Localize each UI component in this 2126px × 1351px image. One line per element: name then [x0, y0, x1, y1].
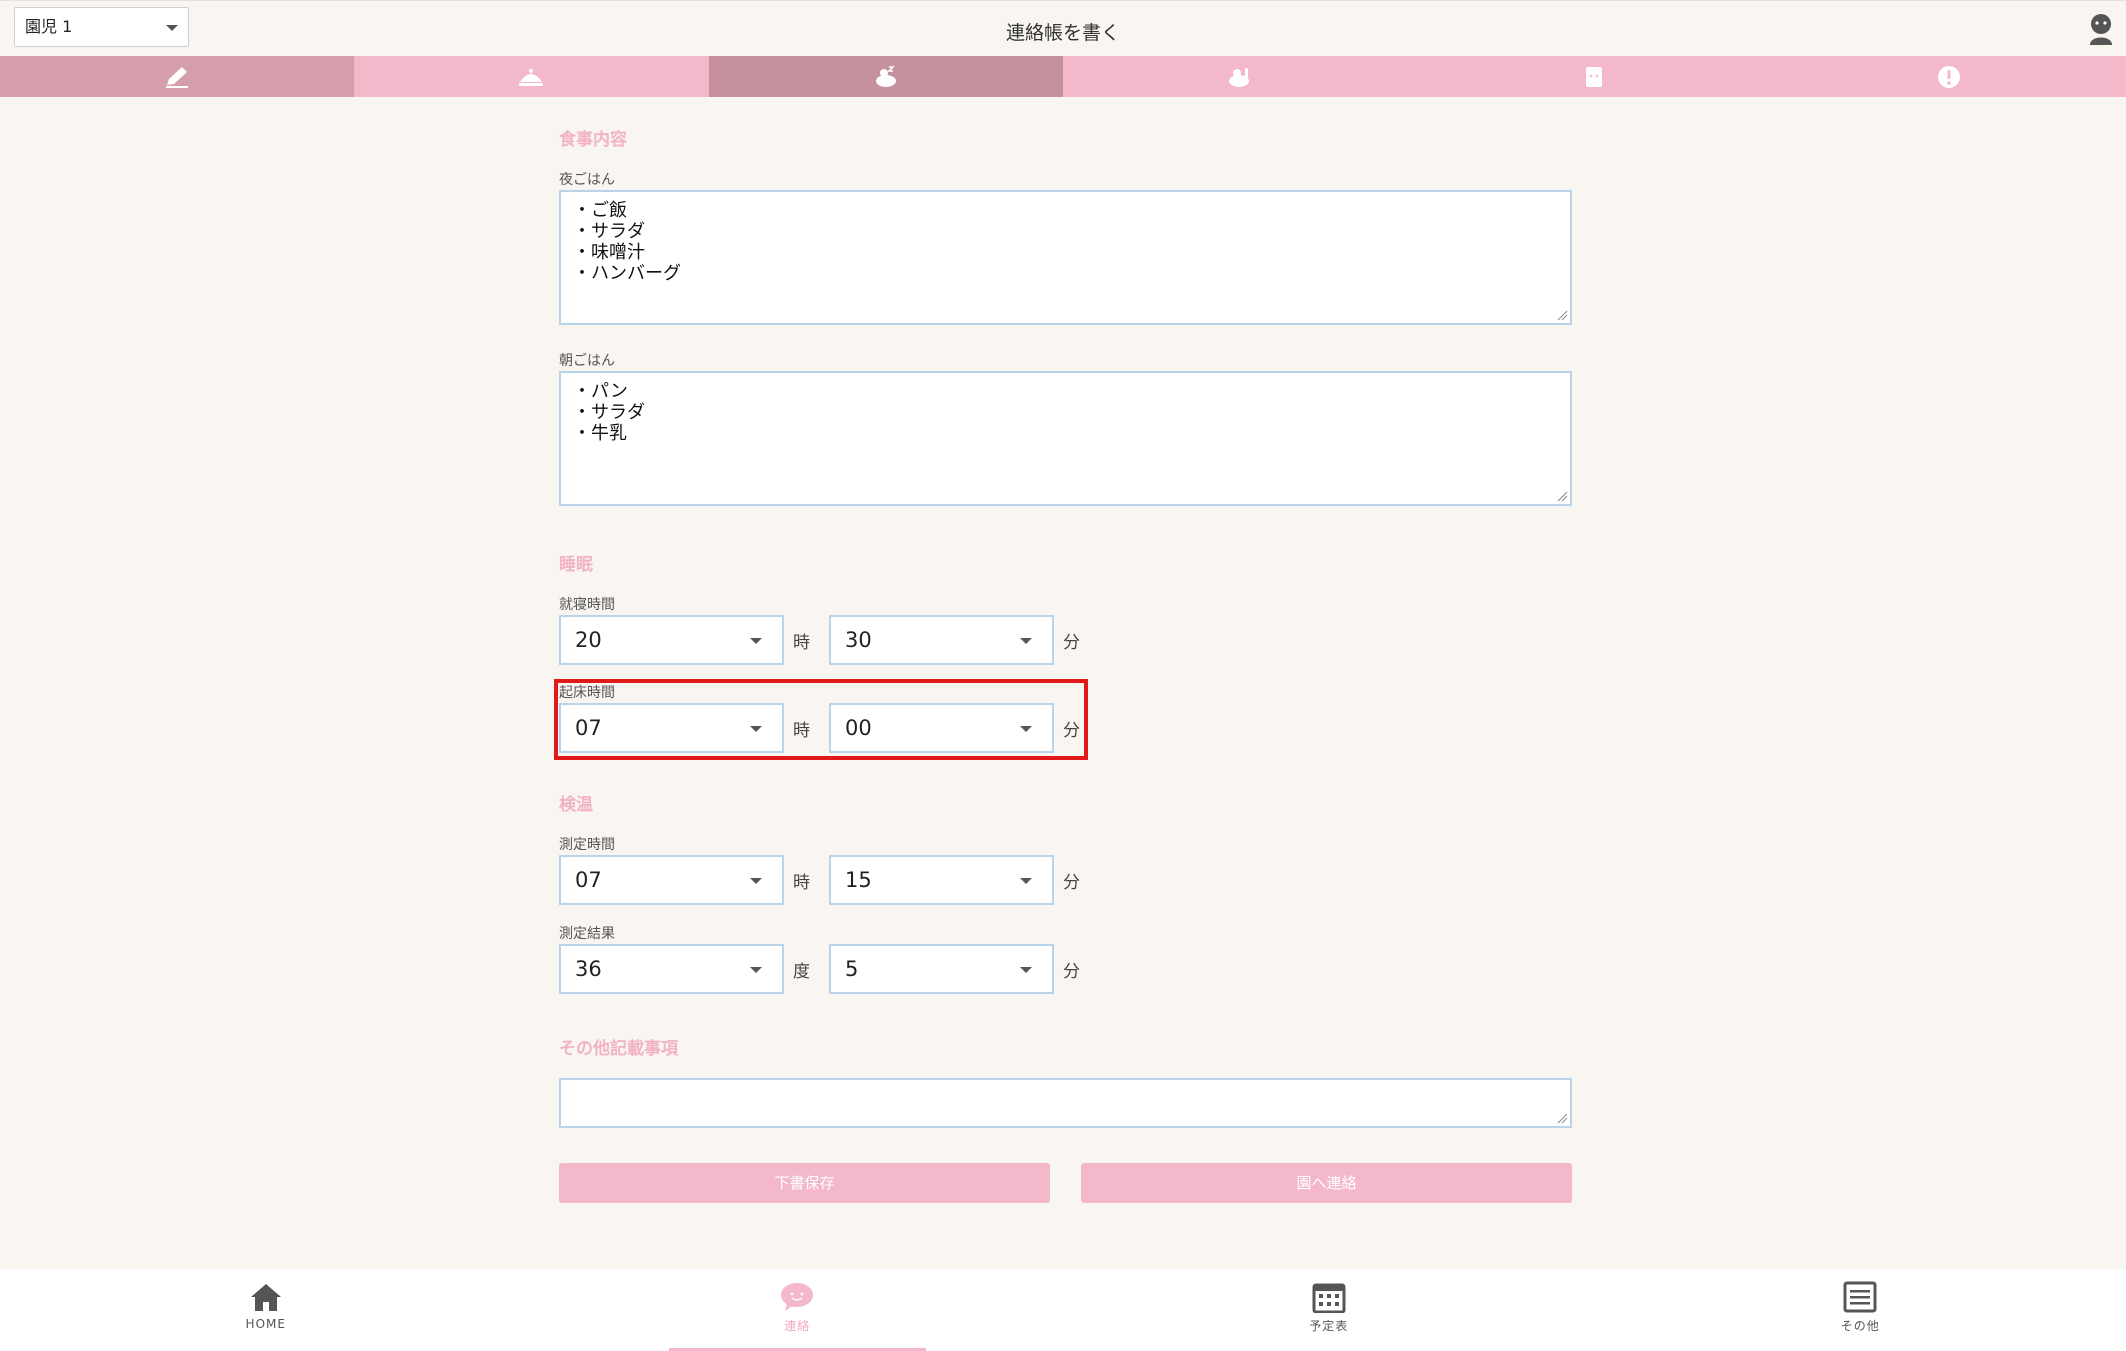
measure-time-label: 測定時間 — [559, 837, 615, 853]
dinner-line: ・味噌汁 — [573, 242, 645, 263]
app-header: 園児 1 連絡帳を書く — [0, 0, 2126, 56]
degree-unit: 度 — [793, 962, 810, 982]
user-avatar-icon[interactable] — [2088, 13, 2114, 45]
resize-grip-icon[interactable] — [1556, 309, 1568, 321]
chevron-down-icon — [750, 878, 762, 884]
tab-temperature[interactable] — [1062, 56, 1418, 97]
result-degree-select[interactable]: 36 — [559, 944, 784, 994]
wake-hour-value: 07 — [575, 716, 602, 740]
calendar-icon — [1312, 1283, 1346, 1313]
measure-minute-value: 15 — [845, 868, 872, 892]
nav-other[interactable]: その他 — [1595, 1269, 2126, 1351]
hour-unit: 時 — [793, 721, 810, 741]
tab-alert[interactable] — [1771, 56, 2126, 97]
sleep-section-title: 睡眠 — [559, 555, 593, 575]
breakfast-textarea[interactable]: ・パン ・サラダ ・牛乳 — [559, 371, 1572, 506]
minute-unit: 分 — [1063, 721, 1080, 741]
bedtime-hour-select[interactable]: 20 — [559, 615, 784, 665]
meal-icon — [519, 68, 544, 86]
chat-icon — [781, 1283, 814, 1311]
decimal-unit: 分 — [1063, 962, 1080, 982]
breakfast-line: ・牛乳 — [573, 423, 627, 444]
hour-unit: 時 — [793, 633, 810, 653]
chevron-down-icon — [1020, 967, 1032, 973]
bedtime-row: 20 時 30 分 — [559, 615, 1099, 667]
resize-grip-icon[interactable] — [1556, 490, 1568, 502]
chevron-down-icon — [750, 967, 762, 973]
result-degree-value: 36 — [575, 957, 602, 981]
menu-icon — [1843, 1281, 1877, 1313]
notes-textarea[interactable] — [559, 1078, 1572, 1128]
bedtime-hour-value: 20 — [575, 628, 602, 652]
nav-home[interactable]: HOME — [0, 1269, 532, 1351]
dinner-line: ・ご飯 — [573, 200, 627, 221]
resize-grip-icon[interactable] — [1556, 1112, 1568, 1124]
toilet-icon — [1586, 66, 1603, 87]
result-decimal-select[interactable]: 5 — [829, 944, 1054, 994]
tab-sleep[interactable] — [708, 56, 1063, 97]
chevron-down-icon — [750, 638, 762, 644]
sleep-icon — [875, 65, 896, 87]
bottom-nav: HOME 連絡 予定表 その他 — [0, 1269, 2126, 1351]
wake-row: 07 時 00 分 — [559, 703, 1099, 755]
nav-home-label: HOME — [245, 1317, 286, 1331]
bedtime-label: 就寝時間 — [559, 597, 615, 613]
wake-label: 起床時間 — [559, 685, 615, 701]
dinner-textarea[interactable]: ・ご飯 ・サラダ ・味噌汁 ・ハンバーグ — [559, 190, 1572, 325]
measure-time-row: 07 時 15 分 — [559, 855, 1099, 907]
chevron-down-icon — [750, 726, 762, 732]
dinner-line: ・ハンバーグ — [573, 263, 681, 284]
send-to-school-button[interactable]: 園へ連絡 — [1081, 1163, 1572, 1203]
tab-note[interactable] — [0, 56, 355, 97]
dinner-label: 夜ごはん — [559, 172, 615, 188]
bedtime-minute-select[interactable]: 30 — [829, 615, 1054, 665]
nav-calendar[interactable]: 予定表 — [1063, 1269, 1595, 1351]
minute-unit: 分 — [1063, 873, 1080, 893]
hour-unit: 時 — [793, 873, 810, 893]
nav-other-label: その他 — [1840, 1319, 1880, 1333]
minute-unit: 分 — [1063, 633, 1080, 653]
tab-meal[interactable] — [354, 56, 709, 97]
meal-section-title: 食事内容 — [559, 130, 627, 150]
measure-hour-value: 07 — [575, 868, 602, 892]
temperature-section-title: 検温 — [559, 795, 593, 815]
wake-hour-select[interactable]: 07 — [559, 703, 784, 753]
nav-calendar-label: 予定表 — [1309, 1319, 1349, 1333]
chevron-down-icon — [1020, 878, 1032, 884]
pencil-icon — [166, 66, 189, 88]
measure-minute-select[interactable]: 15 — [829, 855, 1054, 905]
chevron-down-icon — [1020, 726, 1032, 732]
nav-contact-label: 連絡 — [784, 1319, 811, 1333]
breakfast-line: ・サラダ — [573, 402, 645, 423]
page-title: 連絡帳を書く — [1005, 22, 1120, 44]
notes-section-title: その他記載事項 — [559, 1039, 678, 1059]
result-decimal-value: 5 — [845, 957, 859, 981]
category-tabbar — [0, 56, 2126, 97]
nav-contact[interactable]: 連絡 — [532, 1269, 1064, 1351]
measure-result-row: 36 度 5 分 — [559, 944, 1099, 996]
wake-minute-value: 00 — [845, 716, 872, 740]
save-draft-button[interactable]: 下書保存 — [559, 1163, 1050, 1203]
tab-toilet[interactable] — [1417, 56, 1772, 97]
breakfast-label: 朝ごはん — [559, 353, 615, 369]
wake-minute-select[interactable]: 00 — [829, 703, 1054, 753]
measure-result-label: 測定結果 — [559, 926, 615, 942]
dinner-line: ・サラダ — [573, 221, 645, 242]
chevron-down-icon — [1020, 638, 1032, 644]
temperature-icon — [1229, 67, 1250, 87]
bedtime-minute-value: 30 — [845, 628, 872, 652]
breakfast-line: ・パン — [573, 381, 628, 402]
alert-icon — [1937, 65, 1960, 88]
measure-hour-select[interactable]: 07 — [559, 855, 784, 905]
home-icon — [250, 1284, 281, 1311]
